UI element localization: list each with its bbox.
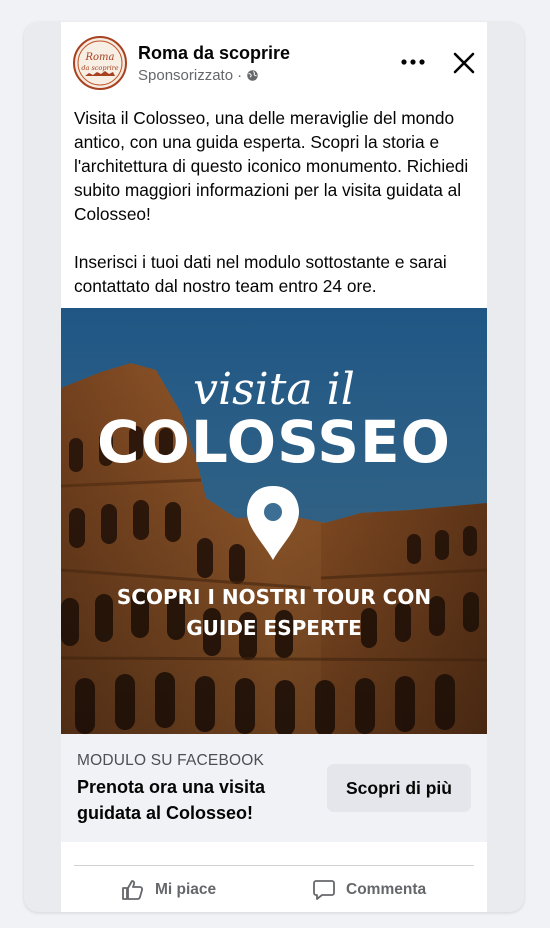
close-icon	[453, 52, 475, 74]
ad-tagline-line1: SCOPRI I NOSTRI TOUR CON	[117, 585, 431, 609]
ad-preview-frame: Roma da scoprire Roma da scoprire Sponso…	[24, 22, 524, 912]
page-name[interactable]: Roma da scoprire	[138, 43, 290, 64]
logo-text-bottom: da scoprire	[81, 64, 118, 72]
post-paragraph-2: Inserisci i tuoi dati nel modulo sottost…	[74, 252, 447, 296]
globe-icon	[247, 70, 258, 81]
comment-button[interactable]: Commenta	[312, 874, 426, 906]
more-options-button[interactable]	[398, 50, 428, 74]
logo-text-top: Roma	[85, 52, 115, 63]
cta-bar: MODULO SU FACEBOOK Prenota ora una visit…	[61, 734, 487, 842]
sponsored-text: Sponsorizzato	[138, 67, 234, 84]
thumbs-up-icon	[122, 880, 144, 900]
like-label: Mi piace	[155, 881, 217, 898]
page-avatar[interactable]: Roma da scoprire	[73, 36, 127, 90]
ad-tagline-line2: GUIDE ESPERTE	[186, 616, 362, 640]
colosseum-photo: visita il COLOSSEO SCOPRI I NOSTRI TOUR …	[61, 308, 487, 734]
post-header: Roma da scoprire Roma da scoprire Sponso…	[61, 22, 487, 112]
logo-icon: Roma da scoprire	[77, 40, 123, 86]
cta-caption: MODULO SU FACEBOOK	[77, 752, 265, 769]
separator-dot: ·	[237, 67, 243, 84]
post-paragraph-1: Visita il Colosseo, una delle meraviglie…	[74, 108, 469, 224]
ad-image[interactable]: visita il COLOSSEO SCOPRI I NOSTRI TOUR …	[61, 308, 487, 734]
like-button[interactable]: Mi piace	[121, 874, 216, 906]
sponsored-label: Sponsorizzato ·	[138, 67, 259, 84]
more-horizontal-icon	[401, 59, 425, 65]
post-actions: Mi piace Commenta	[61, 870, 487, 910]
actions-divider	[74, 865, 474, 866]
learn-more-button[interactable]: Scopri di più	[327, 764, 471, 812]
ad-title: COLOSSEO	[97, 408, 451, 476]
sponsored-post: Roma da scoprire Roma da scoprire Sponso…	[61, 22, 487, 912]
cta-headline[interactable]: Prenota ora una visita guidata al Coloss…	[77, 774, 307, 826]
comment-icon	[313, 880, 335, 900]
comment-label: Commenta	[346, 881, 427, 898]
post-text: Visita il Colosseo, una delle meraviglie…	[74, 106, 478, 298]
close-button[interactable]	[449, 48, 479, 78]
